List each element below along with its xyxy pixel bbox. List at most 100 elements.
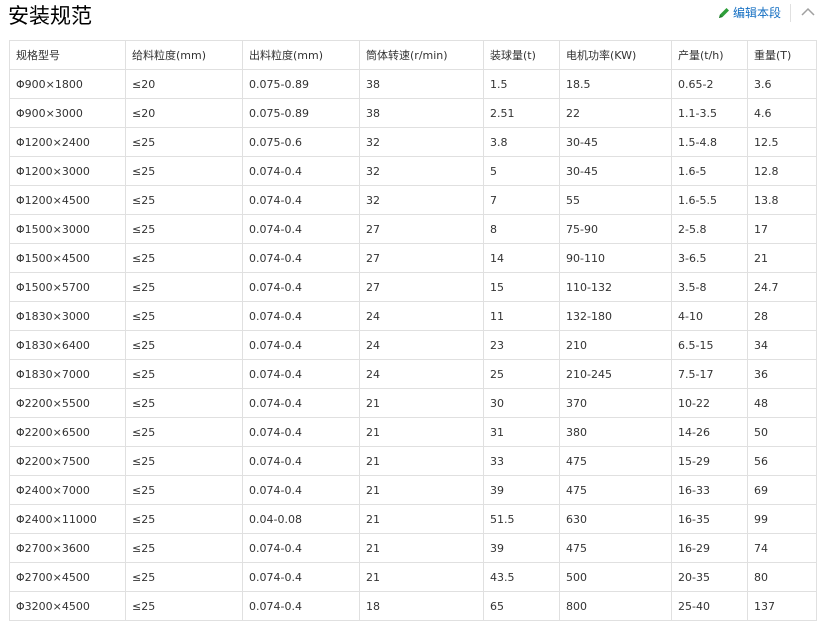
cell-ball-load: 14 [483, 243, 560, 273]
cell-capacity: 16-29 [671, 533, 748, 563]
cell-shell-speed: 24 [359, 330, 484, 360]
cell-discharge-size: 0.074-0.4 [242, 388, 360, 418]
cell-feed-size: ≤25 [125, 214, 243, 244]
cell-discharge-size: 0.074-0.4 [242, 475, 360, 505]
cell-feed-size: ≤25 [125, 533, 243, 563]
cell-capacity: 10-22 [671, 388, 748, 418]
cell-motor-power: 210-245 [559, 359, 672, 389]
cell-ball-load: 3.8 [483, 127, 560, 157]
cell-discharge-size: 0.074-0.4 [242, 591, 360, 621]
cell-capacity: 1.1-3.5 [671, 98, 748, 128]
cell-feed-size: ≤25 [125, 156, 243, 186]
cell-weight: 137 [747, 591, 817, 621]
cell-weight: 12.8 [747, 156, 817, 186]
cell-model: Φ1830×6400 [9, 330, 126, 360]
cell-model: Φ1200×2400 [9, 127, 126, 157]
cell-shell-speed: 32 [359, 156, 484, 186]
cell-shell-speed: 24 [359, 359, 484, 389]
cell-weight: 17 [747, 214, 817, 244]
cell-feed-size: ≤25 [125, 475, 243, 505]
spec-table: 规格型号 给料粒度(mm) 出料粒度(mm) 筒体转速(r/min) 装球量(t) 电机功… [9, 40, 817, 621]
cell-ball-load: 25 [483, 359, 560, 389]
header-cell-capacity: 产量(t/h) [671, 40, 748, 70]
cell-motor-power: 22 [559, 98, 672, 128]
spec-table-body: 规格型号 给料粒度(mm) 出料粒度(mm) 筒体转速(r/min) 装球量(t) 电机功… [9, 40, 817, 621]
cell-shell-speed: 21 [359, 562, 484, 592]
cell-discharge-size: 0.074-0.4 [242, 185, 360, 215]
cell-capacity: 16-35 [671, 504, 748, 534]
cell-ball-load: 15 [483, 272, 560, 302]
table-row: Φ2400×11000 ≤25 0.04-0.08 21 51.5 630 16-35 99 [9, 504, 817, 534]
cell-weight: 28 [747, 301, 817, 331]
table-row: Φ1200×3000 ≤25 0.074-0.4 32 5 30-45 1.6-5 12.8 [9, 156, 817, 186]
cell-feed-size: ≤25 [125, 301, 243, 331]
cell-discharge-size: 0.074-0.4 [242, 330, 360, 360]
cell-feed-size: ≤20 [125, 69, 243, 99]
cell-motor-power: 370 [559, 388, 672, 418]
cell-discharge-size: 0.074-0.4 [242, 272, 360, 302]
cell-discharge-size: 0.074-0.4 [242, 243, 360, 273]
header-cell-weight: 重量(T) [747, 40, 817, 70]
cell-capacity: 1.6-5.5 [671, 185, 748, 215]
cell-shell-speed: 21 [359, 504, 484, 534]
cell-weight: 24.7 [747, 272, 817, 302]
cell-capacity: 3-6.5 [671, 243, 748, 273]
cell-motor-power: 55 [559, 185, 672, 215]
pencil-icon [718, 8, 729, 18]
table-row: Φ900×1800 ≤20 0.075-0.89 38 1.5 18.5 0.65-2 3.6 [9, 69, 817, 99]
cell-model: Φ2400×11000 [9, 504, 126, 534]
cell-shell-speed: 18 [359, 591, 484, 621]
table-row: Φ1500×5700 ≤25 0.074-0.4 27 15 110-132 3.5-8 24… [9, 272, 817, 302]
cell-ball-load: 5 [483, 156, 560, 186]
cell-model: Φ1500×3000 [9, 214, 126, 244]
table-row: Φ2700×4500 ≤25 0.074-0.4 21 43.5 500 20-35 80 [9, 562, 817, 592]
cell-weight: 34 [747, 330, 817, 360]
cell-discharge-size: 0.074-0.4 [242, 446, 360, 476]
cell-model: Φ900×3000 [9, 98, 126, 128]
cell-shell-speed: 38 [359, 98, 484, 128]
cell-ball-load: 30 [483, 388, 560, 418]
cell-discharge-size: 0.074-0.4 [242, 214, 360, 244]
cell-motor-power: 475 [559, 446, 672, 476]
cell-ball-load: 65 [483, 591, 560, 621]
cell-motor-power: 210 [559, 330, 672, 360]
cell-weight: 3.6 [747, 69, 817, 99]
cell-ball-load: 43.5 [483, 562, 560, 592]
cell-feed-size: ≤25 [125, 359, 243, 389]
cell-discharge-size: 0.04-0.08 [242, 504, 360, 534]
cell-ball-load: 1.5 [483, 69, 560, 99]
cell-model: Φ2700×4500 [9, 562, 126, 592]
cell-ball-load: 7 [483, 185, 560, 215]
cell-ball-load: 8 [483, 214, 560, 244]
cell-discharge-size: 0.075-0.6 [242, 127, 360, 157]
edit-section-link[interactable]: 编辑本段 [717, 5, 781, 21]
cell-feed-size: ≤25 [125, 591, 243, 621]
table-row: Φ1200×4500 ≤25 0.074-0.4 32 7 55 1.6-5.5 13.8 [9, 185, 817, 215]
cell-model: Φ2700×3600 [9, 533, 126, 563]
header-cell-discharge-size: 出料粒度(mm) [242, 40, 360, 70]
cell-feed-size: ≤25 [125, 562, 243, 592]
cell-capacity: 25-40 [671, 591, 748, 621]
cell-model: Φ900×1800 [9, 69, 126, 99]
cell-ball-load: 39 [483, 475, 560, 505]
cell-shell-speed: 21 [359, 533, 484, 563]
cell-model: Φ1200×4500 [9, 185, 126, 215]
cell-weight: 4.6 [747, 98, 817, 128]
cell-feed-size: ≤25 [125, 388, 243, 418]
cell-model: Φ1830×3000 [9, 301, 126, 331]
header-cell-shell-speed: 筒体转速(r/min) [359, 40, 484, 70]
cell-ball-load: 33 [483, 446, 560, 476]
cell-discharge-size: 0.074-0.4 [242, 533, 360, 563]
cell-capacity: 7.5-17 [671, 359, 748, 389]
cell-capacity: 1.6-5 [671, 156, 748, 186]
cell-capacity: 16-33 [671, 475, 748, 505]
cell-capacity: 3.5-8 [671, 272, 748, 302]
cell-feed-size: ≤25 [125, 127, 243, 157]
cell-capacity: 2-5.8 [671, 214, 748, 244]
cell-feed-size: ≤25 [125, 330, 243, 360]
cell-weight: 12.5 [747, 127, 817, 157]
header-cell-ball-load: 装球量(t) [483, 40, 560, 70]
cell-motor-power: 75-90 [559, 214, 672, 244]
collapse-button[interactable] [797, 2, 819, 22]
cell-feed-size: ≤25 [125, 243, 243, 273]
